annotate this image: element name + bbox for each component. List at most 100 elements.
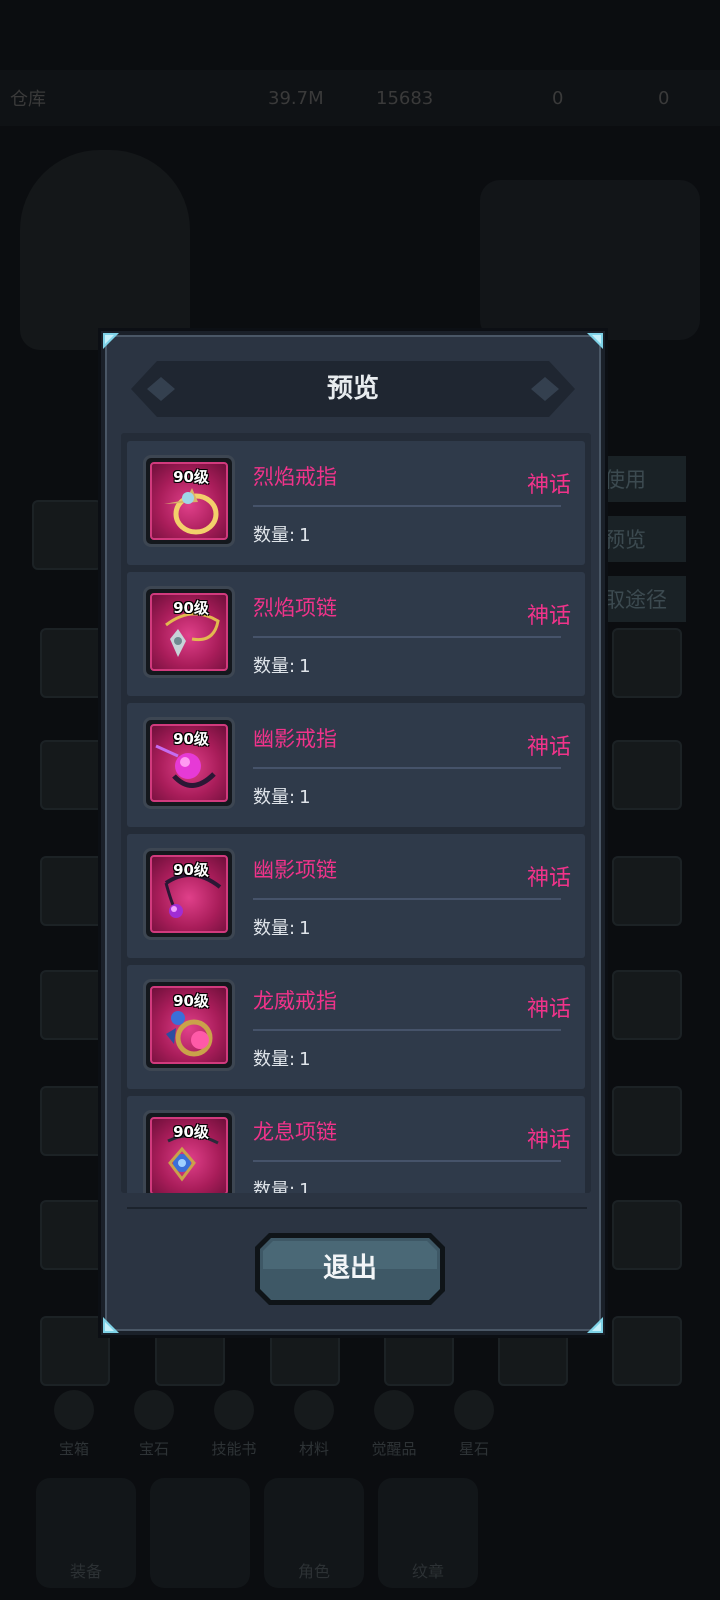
bg-tab: 星石 xyxy=(438,1390,510,1470)
bg-tab-label: 宝石 xyxy=(138,1440,169,1458)
item-name: 龙息项链 xyxy=(253,1120,337,1144)
item-quantity-value: 1 xyxy=(299,1049,311,1070)
game-screen: 仓库 39.7M 15683 0 0 使用 预览 取途径 宝箱 宝石 技能书 材… xyxy=(0,0,720,1600)
bg-cell xyxy=(40,740,110,810)
shadow-ring-icon: 90级 xyxy=(150,724,228,802)
list-item[interactable]: 90级 龙威戒指 数量: 1 神话 xyxy=(127,965,585,1089)
bg-tab-label: 觉醒品 xyxy=(371,1440,417,1458)
item-divider xyxy=(253,1160,561,1162)
bg-top-bar: 仓库 39.7M 15683 0 0 xyxy=(0,70,720,126)
item-quantity-label: 数量: xyxy=(253,1180,296,1193)
awaken-icon xyxy=(374,1390,414,1430)
item-quantity: 数量: 1 xyxy=(253,521,311,547)
item-quantity-value: 1 xyxy=(299,1180,311,1193)
bg-tab-label: 技能书 xyxy=(211,1440,257,1458)
gem-icon xyxy=(134,1390,174,1430)
shadow-necklace-icon: 90级 xyxy=(150,855,228,933)
item-icon-frame: 90级 xyxy=(143,979,235,1071)
bg-cell xyxy=(40,970,110,1040)
corner-ornament-icon xyxy=(103,1317,119,1333)
bg-cell xyxy=(612,856,682,926)
bg-hero-portrait xyxy=(20,150,190,350)
item-quantity: 数量: 1 xyxy=(253,914,311,940)
item-rarity: 神话 xyxy=(526,735,571,760)
item-level: 90级 xyxy=(173,730,209,748)
item-divider xyxy=(253,1029,561,1031)
bg-use-button: 使用 xyxy=(596,456,686,502)
star-stone-icon xyxy=(454,1390,494,1430)
item-level: 90级 xyxy=(173,992,209,1010)
item-quantity-value: 1 xyxy=(299,787,311,808)
bg-source-button: 取途径 xyxy=(596,576,686,622)
bg-nav-emblem: 纹章 xyxy=(378,1478,478,1588)
item-icon-frame: 90级 xyxy=(143,1110,235,1193)
item-name: 龙威戒指 xyxy=(253,989,337,1013)
flame-ring-icon: 90级 xyxy=(150,462,228,540)
item-level: 90级 xyxy=(173,468,209,486)
list-item[interactable]: 90级 幽影戒指数量: 1 神话 xyxy=(127,703,585,827)
item-rarity: 神话 xyxy=(526,473,571,498)
item-name: 幽影戒指 xyxy=(253,727,337,751)
item-quantity-value: 1 xyxy=(299,918,311,939)
preview-dialog: 预览 90级 烈焰戒指 数量: 1 神话 90级 烈焰项链 数量: 1 神话 90级 幽影戒指 数量: 1… xyxy=(101,331,605,1335)
material-icon xyxy=(294,1390,334,1430)
item-quantity-value: 1 xyxy=(299,525,311,546)
bg-cell xyxy=(40,1086,110,1156)
item-level: 90级 xyxy=(173,1123,209,1141)
item-quantity-label: 数量: xyxy=(253,525,296,546)
book-icon xyxy=(214,1390,254,1430)
item-quantity: 数量: 1 xyxy=(253,783,311,809)
bg-cell xyxy=(40,628,110,698)
item-rarity: 神话 xyxy=(526,604,571,629)
bg-nav-label: 角色 xyxy=(297,1562,330,1581)
corner-ornament-icon xyxy=(587,333,603,349)
bg-gem-amount: 15683 xyxy=(376,87,434,109)
bg-hero-art xyxy=(480,180,700,340)
bg-nav-role: 角色 xyxy=(264,1478,364,1588)
item-quantity: 数量: 1 xyxy=(253,1176,311,1193)
dragon-necklace-icon: 90级 xyxy=(150,1117,228,1193)
bg-preview-button: 预览 xyxy=(596,516,686,562)
bg-nav-label: 装备 xyxy=(69,1562,102,1581)
item-name: 幽影项链 xyxy=(253,858,337,882)
exit-button-label: 退出 xyxy=(323,1253,377,1284)
item-quantity-label: 数量: xyxy=(253,656,296,677)
bg-tab: 材料 xyxy=(278,1390,350,1470)
bg-cell xyxy=(40,1200,110,1270)
item-name: 烈焰戒指 xyxy=(253,465,337,489)
corner-ornament-icon xyxy=(587,1317,603,1333)
bg-tab: 技能书 xyxy=(198,1390,270,1470)
item-quantity-label: 数量: xyxy=(253,1049,296,1070)
bg-tab: 宝石 xyxy=(118,1390,190,1470)
exit-button[interactable]: 退出 xyxy=(255,1233,445,1305)
chest-icon xyxy=(54,1390,94,1430)
item-icon-frame: 90级 xyxy=(143,717,235,809)
item-quantity-label: 数量: xyxy=(253,787,296,808)
bg-nav-equipment: 装备 xyxy=(36,1478,136,1588)
list-item[interactable]: 90级 烈焰项链 数量: 1 神话 xyxy=(127,572,585,696)
bg-cell xyxy=(612,1200,682,1270)
item-level: 90级 xyxy=(173,861,209,879)
list-item[interactable]: 90级 龙息项链数量: 1 神话 xyxy=(127,1096,585,1193)
list-item[interactable]: 90级 幽影项链数量: 1 神话 xyxy=(127,834,585,958)
item-list[interactable]: 90级 烈焰戒指 数量: 1 神话 90级 烈焰项链 数量: 1 神话 90级 幽影戒指 数量: 1 神话 9… xyxy=(121,433,591,1193)
item-rarity: 神话 xyxy=(526,1128,571,1153)
bg-cell xyxy=(40,856,110,926)
bg-cell xyxy=(40,1316,110,1386)
corner-ornament-icon xyxy=(103,333,119,349)
bg-tab-label: 宝箱 xyxy=(58,1440,89,1458)
list-item[interactable]: 90级 烈焰戒指数量: 1 神话 xyxy=(127,441,585,565)
item-rarity: 神话 xyxy=(526,866,571,891)
bg-cell xyxy=(612,1086,682,1156)
bg-currency3: 0 xyxy=(552,87,564,109)
bg-warehouse-title: 仓库 xyxy=(10,89,46,110)
item-divider xyxy=(253,636,561,638)
bg-currency4: 0 xyxy=(658,87,670,109)
bg-cell xyxy=(612,740,682,810)
bg-tab-label: 材料 xyxy=(298,1440,329,1458)
bg-tab-label: 星石 xyxy=(458,1440,489,1458)
item-icon-frame: 90级 xyxy=(143,586,235,678)
item-name: 烈焰项链 xyxy=(253,596,337,620)
item-level: 90级 xyxy=(173,599,209,617)
bg-tab: 觉醒品 xyxy=(358,1390,430,1470)
